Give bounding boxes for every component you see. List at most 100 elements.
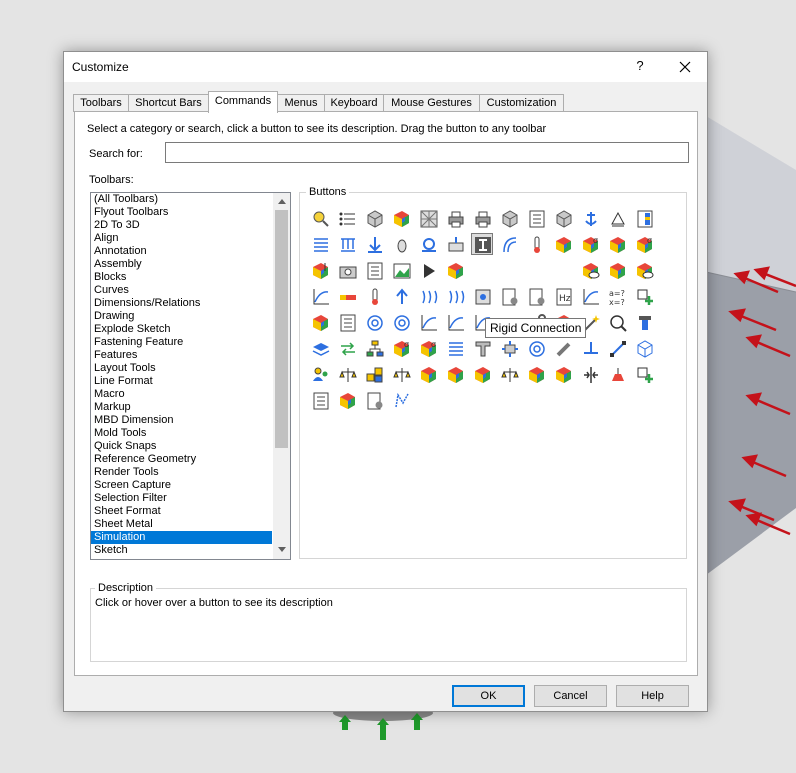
search-input[interactable] (165, 142, 689, 163)
tab-customization[interactable]: Customization (479, 94, 564, 112)
help-icon[interactable]: ? (634, 58, 646, 73)
toolbar-list-item[interactable]: Markup (91, 401, 272, 414)
stress-plot-icon[interactable] (390, 207, 412, 229)
convection-icon[interactable] (417, 285, 439, 307)
report-icon[interactable] (363, 259, 385, 281)
toolbar-list-item[interactable]: Mold Tools (91, 427, 272, 440)
ok-button[interactable]: OK (452, 685, 525, 707)
cube-icon[interactable] (498, 207, 520, 229)
stress-plot-icon[interactable] (417, 363, 439, 385)
toolbar-list-item[interactable]: Simulation (91, 531, 272, 544)
split-icon[interactable] (579, 363, 601, 385)
close-icon[interactable] (672, 54, 698, 80)
camera-icon[interactable] (336, 259, 358, 281)
cut-plot-icon[interactable] (579, 259, 601, 281)
stress-sigma-icon[interactable]: σ (579, 233, 601, 255)
magnifier-icon[interactable] (309, 207, 331, 229)
stress-plot-icon[interactable] (309, 311, 331, 333)
scroll-thumb[interactable] (275, 210, 288, 448)
remote-load-icon[interactable] (444, 233, 466, 255)
graph-icon[interactable] (309, 285, 331, 307)
parts-icon[interactable] (552, 207, 574, 229)
tab-shortcut-bars[interactable]: Shortcut Bars (128, 94, 209, 112)
mesh-icon[interactable] (417, 207, 439, 229)
balance-icon[interactable] (498, 363, 520, 385)
curve-graph-icon[interactable] (579, 285, 601, 307)
upload-arrow-icon[interactable] (390, 285, 412, 307)
sketch-icon[interactable] (390, 389, 412, 411)
solid-part-icon[interactable] (363, 207, 385, 229)
spring-icon[interactable] (309, 233, 331, 255)
thermometer-icon[interactable] (525, 233, 547, 255)
tab-toolbars[interactable]: Toolbars (73, 94, 129, 112)
mass-icon[interactable] (606, 363, 628, 385)
cube-sigma-icon[interactable]: σ (390, 337, 412, 359)
beam-icon[interactable] (336, 285, 358, 307)
toolbar-list-item[interactable]: Quick Snaps (91, 440, 272, 453)
toolbar-list-item[interactable]: Curves (91, 284, 272, 297)
stress-sigma-icon[interactable]: σ (633, 233, 655, 255)
toolbar-list-item[interactable]: Layout Tools (91, 362, 272, 375)
line-graph-icon[interactable] (444, 311, 466, 333)
toolbar-list-item[interactable]: Explode Sketch (91, 323, 272, 336)
toolbar-list-item[interactable]: Render Tools (91, 466, 272, 479)
pin-icon[interactable] (552, 337, 574, 359)
document-check-icon[interactable] (363, 389, 385, 411)
listbox-scrollbar[interactable] (273, 193, 290, 559)
roller-icon[interactable] (336, 233, 358, 255)
list-icon[interactable] (336, 207, 358, 229)
shell-icon[interactable] (498, 233, 520, 255)
ground-icon[interactable] (579, 337, 601, 359)
toolbar-list-item[interactable]: Line Format (91, 375, 272, 388)
results-table-icon[interactable] (633, 207, 655, 229)
document-gear-icon[interactable] (525, 285, 547, 307)
bolt-icon[interactable] (633, 311, 655, 333)
zoom-icon[interactable] (606, 311, 628, 333)
toolbar-list-item[interactable]: Assembly (91, 258, 272, 271)
temperature-icon[interactable] (363, 285, 385, 307)
add-plus-icon[interactable] (633, 285, 655, 307)
chart-hz-icon[interactable]: Hz (552, 285, 574, 307)
solid-color-icon[interactable] (606, 259, 628, 281)
solid-color-icon[interactable] (444, 259, 466, 281)
toolbar-list-item[interactable]: Flyout Toolbars (91, 206, 272, 219)
bearing-icon[interactable] (390, 233, 412, 255)
toolbar-list-item[interactable]: Annotation (91, 245, 272, 258)
users-icon[interactable] (309, 363, 331, 385)
stress-plot-icon[interactable] (552, 363, 574, 385)
stress-plot-icon[interactable] (525, 363, 547, 385)
help-button[interactable]: Help (616, 685, 689, 707)
play-icon[interactable] (417, 259, 439, 281)
probe-icon[interactable] (309, 259, 331, 281)
toolbar-list-item[interactable]: Align (91, 232, 272, 245)
toolbar-list-item[interactable]: Dimensions/Relations (91, 297, 272, 310)
toolbar-list-item[interactable]: Fastening Feature (91, 336, 272, 349)
tab-mouse-gestures[interactable]: Mouse Gestures (383, 94, 480, 112)
toolbar-list-item[interactable]: Sheet Format (91, 505, 272, 518)
tree-icon[interactable] (363, 337, 385, 359)
tab-keyboard[interactable]: Keyboard (324, 94, 384, 112)
document-list-icon[interactable] (336, 311, 358, 333)
toolbar-list-item[interactable]: Screen Capture (91, 479, 272, 492)
stress-plot-icon[interactable] (606, 233, 628, 255)
stress-plot-icon[interactable] (471, 363, 493, 385)
tab-menus[interactable]: Menus (277, 94, 325, 112)
toolbar-list-item[interactable]: Selection Filter (91, 492, 272, 505)
toolbar-list-item[interactable]: MBD Dimension (91, 414, 272, 427)
line-graph-icon[interactable] (417, 311, 439, 333)
eye-plot-icon[interactable] (633, 259, 655, 281)
toolbar-list-item[interactable]: (All Toolbars) (91, 193, 272, 206)
toolbar-list-item[interactable]: Macro (91, 388, 272, 401)
stress-plot-icon[interactable] (552, 233, 574, 255)
toolbar-list-item[interactable]: Features (91, 349, 272, 362)
printer-icon[interactable] (444, 207, 466, 229)
toolbar-list-item[interactable]: Sketch (91, 544, 272, 557)
ring-icon[interactable] (525, 337, 547, 359)
force-arrow-icon[interactable] (363, 233, 385, 255)
toolbars-listbox[interactable]: (All Toolbars) Flyout Toolbars 2D To 3D Ali… (90, 192, 291, 560)
equation-icon[interactable]: a=? x=? (606, 285, 628, 307)
balance-icon[interactable] (336, 363, 358, 385)
layers-icon[interactable] (309, 337, 331, 359)
toolbar-list-item[interactable]: Blocks (91, 271, 272, 284)
toolbar-list-item[interactable]: 2D To 3D (91, 219, 272, 232)
